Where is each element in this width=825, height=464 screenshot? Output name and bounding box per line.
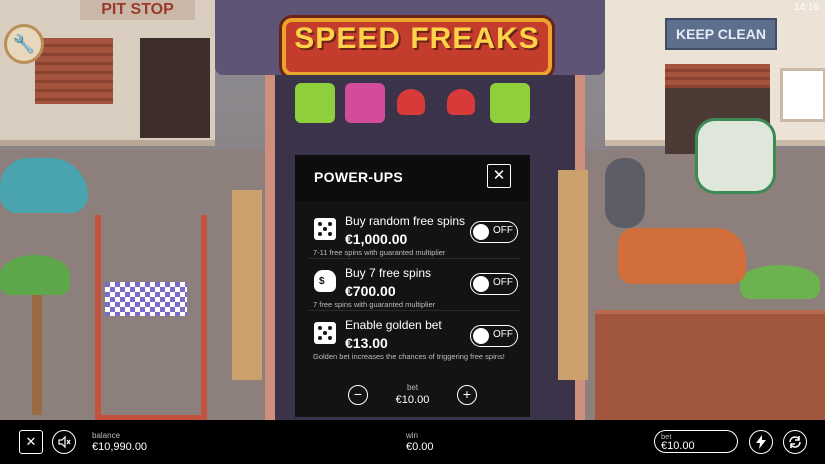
sound-button[interactable] xyxy=(52,430,76,454)
left-garage-shutter xyxy=(35,38,113,104)
balance-value: €10,990.00 xyxy=(92,441,148,453)
close-icon: ✕ xyxy=(25,434,37,449)
close-dialog-button[interactable]: ✕ xyxy=(487,164,511,188)
toggle-knob xyxy=(473,224,489,240)
lightning-icon xyxy=(756,435,766,449)
powerup-price: €1,000.00 xyxy=(345,231,408,247)
powerup-toggle-random-free-spins[interactable]: OFF xyxy=(470,221,518,243)
game-logo: SPEED FREAKS xyxy=(294,22,540,55)
win-label: win xyxy=(406,431,419,440)
increase-bet-button[interactable]: + xyxy=(457,385,477,405)
reel-symbol-green-car xyxy=(490,83,530,123)
palm-trunk-left xyxy=(32,285,42,415)
exit-game-button[interactable]: ✕ xyxy=(19,430,43,454)
dice-icon xyxy=(314,322,336,344)
system-clock: 14:16 xyxy=(793,2,819,13)
powerup-price: €13.00 xyxy=(345,335,388,351)
balance-label: balance xyxy=(92,431,121,440)
speaker-muted-icon xyxy=(58,435,71,449)
autoplay-button[interactable] xyxy=(783,430,807,454)
toggle-state: OFF xyxy=(493,225,513,236)
dialog-title: POWER-UPS xyxy=(314,169,404,185)
powerup-label: Enable golden bet xyxy=(345,318,442,332)
wooden-deck xyxy=(595,310,825,420)
green-race-car xyxy=(695,118,776,194)
left-garage-open-door xyxy=(140,38,210,138)
teal-race-car xyxy=(0,158,88,213)
settings-wrench-button[interactable]: 🔧 xyxy=(4,24,44,64)
powerup-label: Buy random free spins xyxy=(345,214,466,228)
keep-clean-sign: KEEP CLEAN xyxy=(665,18,777,50)
bet-value: €10.00 xyxy=(661,440,695,452)
lookout-tower xyxy=(95,215,207,420)
powerup-buy-7-free-spins: $ Buy 7 free spins €700.00 7 free spins … xyxy=(308,262,520,311)
close-icon: ✕ xyxy=(492,167,506,184)
toggle-knob xyxy=(473,328,489,344)
reel-symbol-heart xyxy=(447,89,475,115)
dice-icon xyxy=(314,218,336,240)
palm-leaves-right xyxy=(740,265,820,299)
powerup-buy-random-free-spins: Buy random free spins €1,000.00 7-11 fre… xyxy=(308,210,520,259)
crate-stack-left xyxy=(232,190,262,380)
bet-value: €10.00 xyxy=(395,394,430,406)
reel-symbol-pink-car xyxy=(345,83,385,123)
orange-race-car xyxy=(618,228,746,284)
powerup-label: Buy 7 free spins xyxy=(345,266,432,280)
checkered-banner xyxy=(105,282,187,316)
powerup-toggle-golden-bet[interactable]: OFF xyxy=(470,325,518,347)
right-garage-shutter xyxy=(665,64,770,88)
toggle-state: OFF xyxy=(493,277,513,288)
powerup-price: €700.00 xyxy=(345,283,396,299)
bet-selector[interactable]: bet €10.00 xyxy=(654,430,738,453)
bet-label: bet xyxy=(406,383,419,392)
autoplay-icon xyxy=(789,436,801,448)
win-value: €0.00 xyxy=(406,441,434,453)
reel-symbol-heart xyxy=(397,89,425,115)
plus-icon: + xyxy=(462,386,472,402)
reel-symbol-green-car xyxy=(295,83,335,123)
palm-leaves-left xyxy=(0,255,70,295)
dialog-header: POWER-UPS ✕ xyxy=(295,155,530,201)
powerup-enable-golden-bet: Enable golden bet €13.00 Golden bet incr… xyxy=(308,314,520,362)
bottom-control-bar: ✕ balance €10,990.00 win €0.00 bet €10.0… xyxy=(0,420,825,464)
right-garage-window xyxy=(780,68,825,122)
toggle-state: OFF xyxy=(493,329,513,340)
powerup-description: 7 free spins with guaranted multiplier xyxy=(313,300,436,309)
turbo-button[interactable] xyxy=(749,430,773,454)
powerup-description: Golden bet increases the chances of trig… xyxy=(313,352,505,361)
pit-stop-sign: PIT STOP xyxy=(80,0,195,20)
powerup-description: 7-11 free spins with guaranted multiplie… xyxy=(313,248,446,257)
powerup-toggle-7-free-spins[interactable]: OFF xyxy=(470,273,518,295)
power-ups-dialog: POWER-UPS ✕ Buy random free spins €1,000… xyxy=(295,155,530,417)
tire-stack xyxy=(605,158,645,228)
wrench-icon: 🔧 xyxy=(12,34,36,54)
toggle-knob xyxy=(473,276,489,292)
bet-stepper: − bet €10.00 + xyxy=(295,377,530,413)
crate-stack-right xyxy=(558,170,588,380)
money-bag-icon: $ xyxy=(314,270,336,292)
